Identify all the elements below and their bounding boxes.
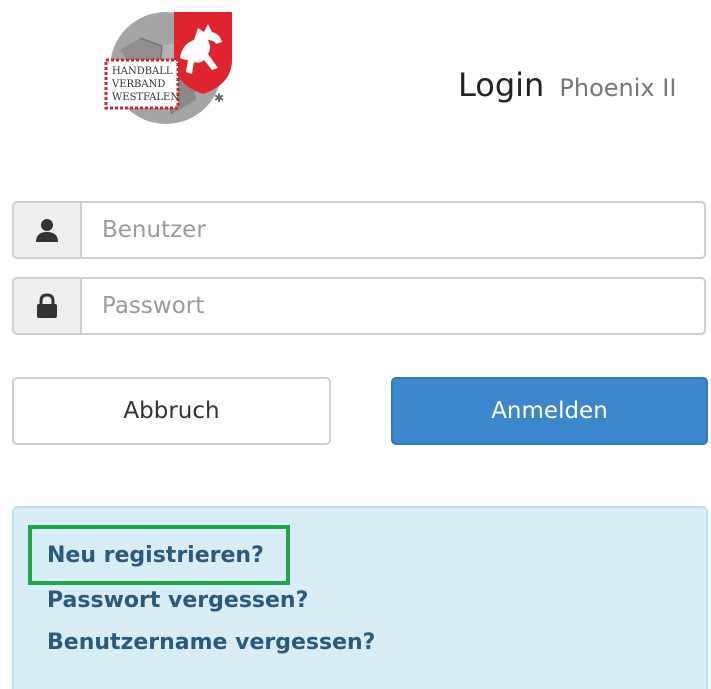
svg-text:✱: ✱ xyxy=(214,91,224,105)
handball-verband-westfalen-logo: ✱ HANDBALL VERBAND WESTFALEN xyxy=(100,10,240,126)
username-addon xyxy=(12,201,80,259)
user-icon xyxy=(36,219,58,242)
page-subtitle: Phoenix II xyxy=(559,74,677,102)
logo-graphic: ✱ HANDBALL VERBAND WESTFALEN xyxy=(104,12,232,124)
page-title: Login xyxy=(458,66,545,104)
login-button-label: Anmelden xyxy=(491,398,608,424)
register-highlight-box xyxy=(28,525,290,585)
forgot-username-link[interactable]: Benutzername vergessen? xyxy=(47,630,375,655)
password-addon xyxy=(12,277,80,335)
cancel-button-label: Abbruch xyxy=(123,398,220,424)
page-heading: Login Phoenix II xyxy=(458,66,676,104)
login-page: ✱ HANDBALL VERBAND WESTFALEN Login Phoen… xyxy=(0,0,711,689)
forgot-password-link[interactable]: Passwort vergessen? xyxy=(47,588,308,613)
login-button[interactable]: Anmelden xyxy=(391,377,708,445)
logo-line-3: WESTFALEN xyxy=(112,92,179,103)
logo-line-1: HANDBALL xyxy=(112,66,173,77)
logo-line-2: VERBAND xyxy=(111,79,165,90)
lock-icon xyxy=(37,293,57,318)
username-input-group xyxy=(12,201,706,259)
cancel-button[interactable]: Abbruch xyxy=(12,377,331,445)
username-field[interactable] xyxy=(80,201,706,259)
password-field[interactable] xyxy=(80,277,706,335)
password-input-group xyxy=(12,277,706,335)
